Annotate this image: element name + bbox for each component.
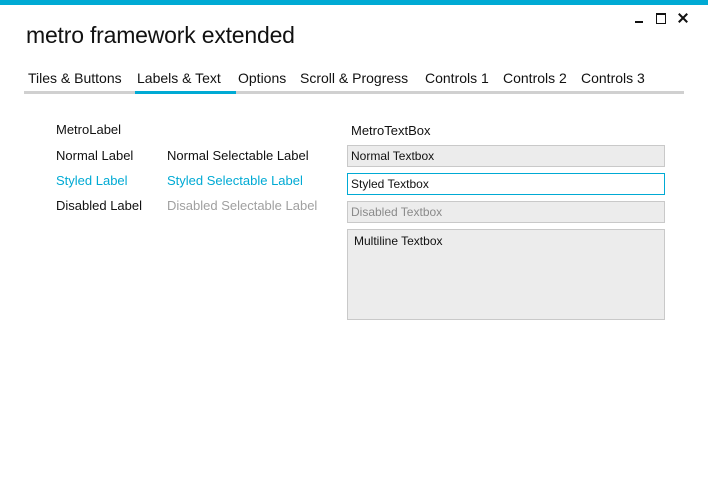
normal-selectable-label[interactable]: Normal Selectable Label (167, 148, 309, 163)
disabled-selectable-label: Disabled Selectable Label (167, 198, 318, 213)
window-title: metro framework extended (26, 22, 295, 48)
disabled-textbox: Disabled Textbox (347, 201, 665, 223)
tab-controls-3[interactable]: Controls 3 (581, 69, 645, 91)
metro-textbox-heading: MetroTextBox (351, 123, 431, 138)
minimize-icon (635, 21, 643, 23)
normal-textbox[interactable]: Normal Textbox (347, 145, 665, 167)
normal-label: Normal Label (56, 148, 134, 163)
close-button[interactable] (676, 11, 690, 25)
styled-textbox[interactable]: Styled Textbox (347, 173, 665, 195)
window-controls (632, 11, 690, 25)
tab-strip: Tiles & Buttons Labels & Text Options Sc… (24, 69, 684, 95)
window-accent-bar (0, 0, 708, 5)
tab-strip-underline (24, 91, 684, 94)
tab-controls-2[interactable]: Controls 2 (503, 69, 567, 91)
disabled-label: Disabled Label (56, 198, 143, 213)
maximize-icon (656, 13, 666, 24)
styled-selectable-label[interactable]: Styled Selectable Label (167, 173, 303, 188)
tab-tiles-buttons[interactable]: Tiles & Buttons (28, 69, 122, 91)
multiline-textbox[interactable]: Multiline Textbox (347, 229, 665, 320)
tab-active-indicator (135, 91, 236, 94)
metro-label-heading: MetroLabel (56, 122, 122, 137)
tab-controls-1[interactable]: Controls 1 (425, 69, 489, 91)
minimize-button[interactable] (632, 11, 646, 25)
maximize-button[interactable] (654, 11, 668, 25)
tab-options[interactable]: Options (238, 69, 286, 91)
tab-scroll-progress[interactable]: Scroll & Progress (300, 69, 408, 91)
tab-labels-text[interactable]: Labels & Text (137, 69, 221, 91)
styled-label: Styled Label (56, 173, 128, 188)
